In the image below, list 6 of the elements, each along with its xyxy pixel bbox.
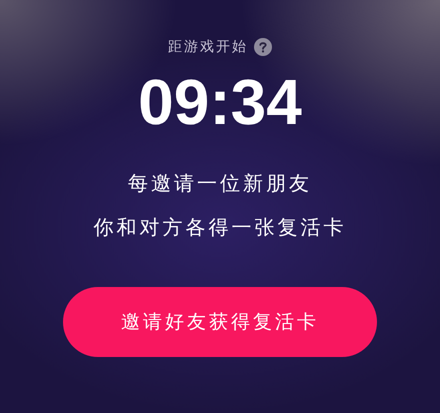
invite-button[interactable]: 邀请好友获得复活卡 (63, 287, 377, 357)
help-icon[interactable] (254, 38, 272, 56)
invite-message: 你和对方各得一张复活卡 (94, 214, 346, 241)
invite-message: 每邀请一位新朋友 (128, 170, 312, 197)
countdown-label: 距游戏开始 (168, 38, 248, 56)
countdown-time: 09:34 (138, 66, 302, 138)
